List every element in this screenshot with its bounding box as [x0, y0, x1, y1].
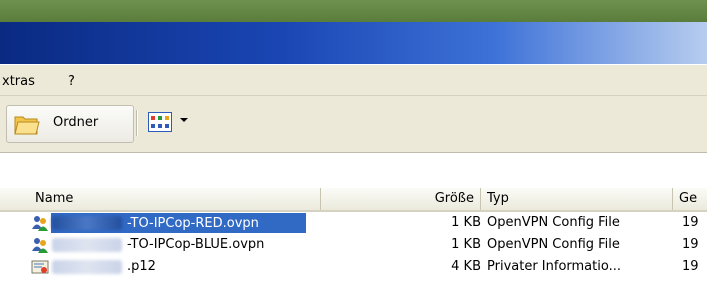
views-icon — [148, 112, 172, 132]
certificate-file-icon — [31, 260, 49, 274]
column-header-size[interactable]: Größe — [321, 188, 481, 210]
column-header-type[interactable]: Typ — [481, 188, 673, 210]
folders-label: Ordner — [53, 115, 99, 130]
list-header: Name Größe Typ Ge — [0, 188, 707, 212]
file-type: OpenVPN Config File — [487, 215, 620, 230]
menu-item-help[interactable]: ? — [68, 74, 75, 89]
desktop-strip — [0, 0, 707, 22]
file-row[interactable]: -TO-IPCop-RED.ovpn 1 KB OpenVPN Config F… — [0, 212, 707, 234]
ovpn-file-icon — [32, 238, 48, 253]
file-type: Privater Informatio... — [487, 259, 621, 274]
file-date: 19 — [682, 215, 699, 230]
column-header-name[interactable]: Name — [29, 188, 321, 210]
redacted-name — [52, 238, 122, 252]
file-date: 19 — [682, 237, 699, 252]
menu-bar: xtras ? — [0, 64, 707, 96]
file-size: 4 KB — [451, 259, 481, 274]
file-row[interactable]: .p12 4 KB Privater Informatio... 19 — [0, 256, 707, 278]
toolbar: Ordner — [0, 95, 707, 153]
views-button[interactable] — [142, 105, 202, 141]
file-type: OpenVPN Config File — [487, 237, 620, 252]
redacted-name — [52, 216, 122, 230]
window-titlebar[interactable] — [0, 22, 707, 64]
file-name: -TO-IPCop-BLUE.ovpn — [127, 237, 265, 252]
column-header-date[interactable]: Ge — [673, 188, 707, 210]
file-name: -TO-IPCop-RED.ovpn — [127, 216, 259, 231]
selection-highlight: -TO-IPCop-RED.ovpn — [51, 213, 306, 233]
file-size: 1 KB — [451, 237, 481, 252]
file-date: 19 — [682, 259, 699, 274]
redacted-name — [52, 260, 122, 274]
file-name: .p12 — [127, 259, 156, 274]
toolbar-separator — [136, 110, 138, 136]
ovpn-file-icon — [32, 216, 48, 231]
file-row[interactable]: -TO-IPCop-BLUE.ovpn 1 KB OpenVPN Config … — [0, 234, 707, 256]
file-size: 1 KB — [451, 215, 481, 230]
menu-item-extras[interactable]: xtras — [2, 74, 35, 89]
folder-icon — [14, 116, 40, 135]
folders-button[interactable]: Ordner — [6, 105, 134, 143]
chevron-down-icon[interactable] — [180, 118, 188, 122]
